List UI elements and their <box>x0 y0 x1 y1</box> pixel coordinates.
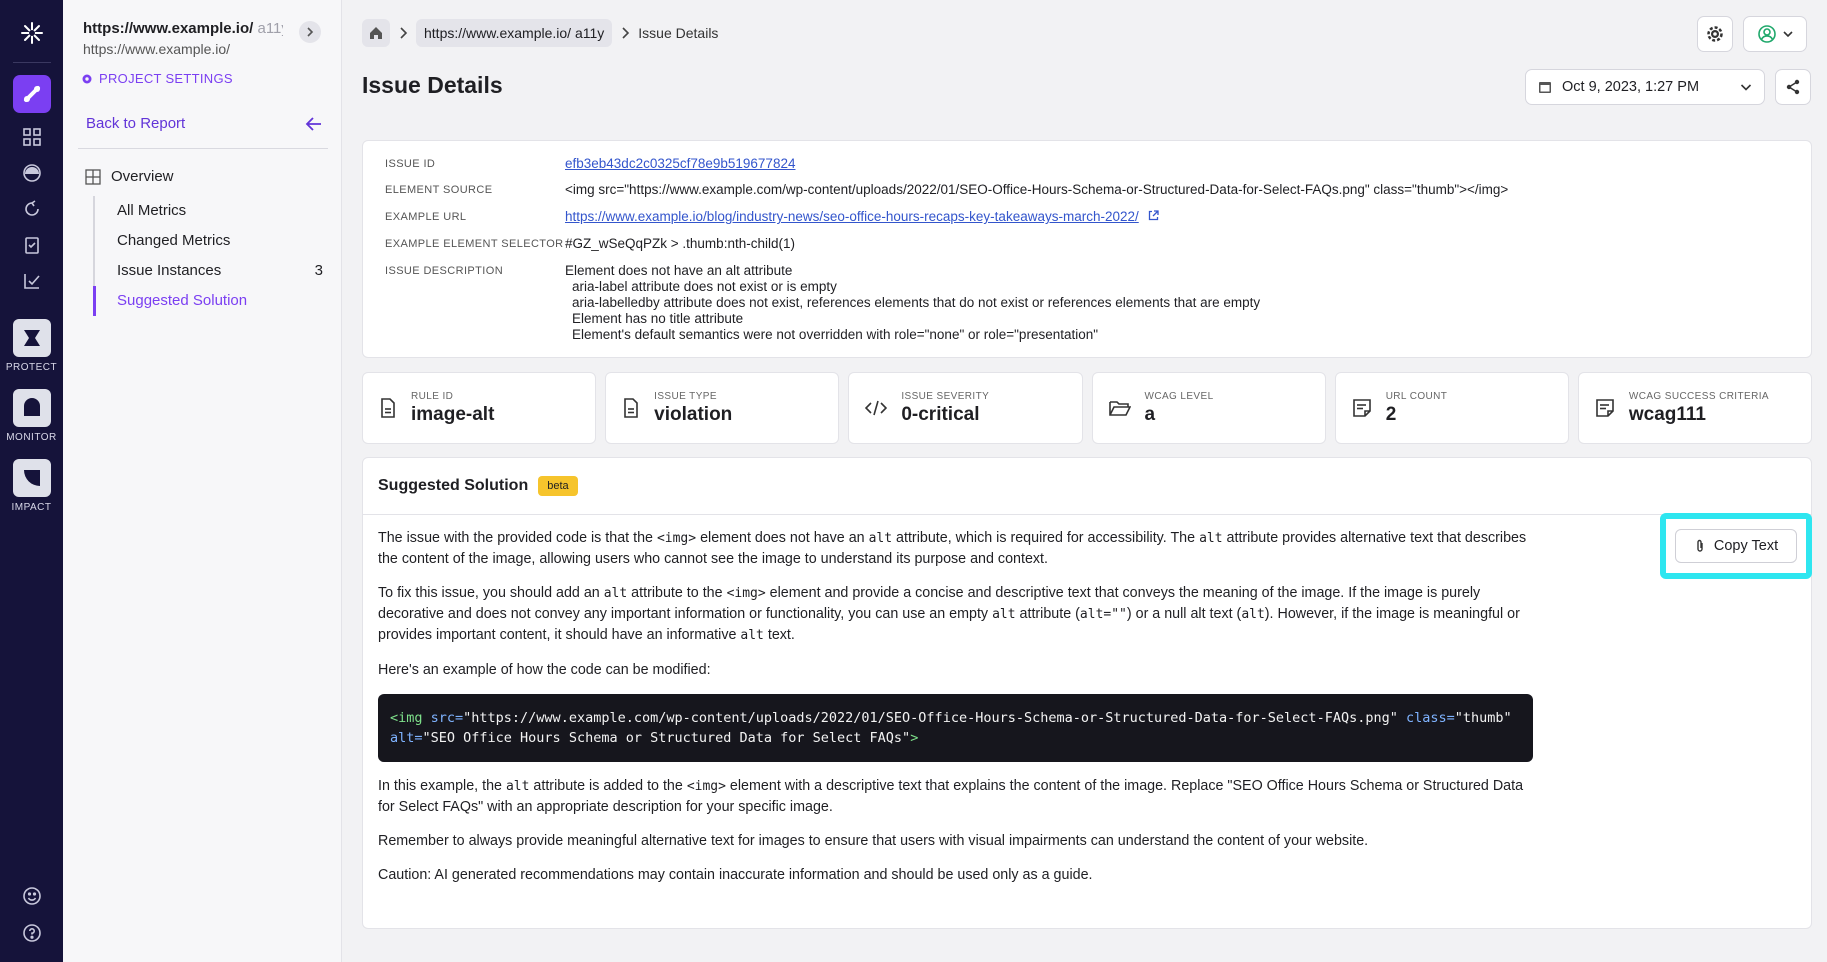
user-menu-button[interactable] <box>1743 16 1807 52</box>
chevron-down-icon <box>1783 31 1793 38</box>
external-link-icon[interactable] <box>1148 210 1159 221</box>
app-rail: PROTECT MONITOR IMPACT <box>0 0 63 962</box>
sidebar-item-suggested-solution[interactable]: Suggested Solution <box>93 286 323 316</box>
arrow-left-icon <box>305 116 321 131</box>
sidebar-item-overview[interactable]: Overview <box>85 168 174 185</box>
sidebar-item-issue-instances[interactable]: Issue Instances 3 <box>95 256 323 286</box>
solution-paragraph-2: To fix this issue, you should add an alt… <box>378 585 1520 643</box>
grid-nav-icon[interactable] <box>14 119 50 155</box>
settings-button[interactable] <box>1697 16 1733 52</box>
page-title: Issue Details <box>362 72 503 98</box>
protect-icon[interactable] <box>12 319 51 357</box>
solution-paragraph-1: The issue with the provided code is that… <box>378 530 1527 567</box>
impact-label: IMPACT <box>11 502 52 513</box>
date-picker[interactable]: Oct 9, 2023, 1:27 PM <box>1525 69 1765 105</box>
user-avatar-icon <box>1758 25 1776 43</box>
breadcrumb-current: Issue Details <box>638 25 719 41</box>
chevron-right-icon[interactable] <box>299 21 321 43</box>
solution-caution: Caution: AI generated recommendations ma… <box>378 867 1093 883</box>
metric-card-rule-id: RULE ID image-alt <box>362 372 597 444</box>
copy-text-button[interactable]: Copy Text <box>1675 529 1797 563</box>
metric-card-wcag-level: WCAG LEVEL a <box>1091 372 1326 444</box>
calendar-icon <box>1539 82 1551 93</box>
share-button[interactable] <box>1775 69 1811 105</box>
rail-divider <box>12 62 51 63</box>
app-logo-icon[interactable] <box>17 18 47 48</box>
protect-label: PROTECT <box>5 362 58 373</box>
detail-row-issue-description: ISSUE DESCRIPTION Element does not have … <box>385 263 1261 342</box>
sidebar-item-all-metrics[interactable]: All Metrics <box>95 196 323 226</box>
beta-badge: beta <box>538 476 578 496</box>
gear-icon <box>1707 26 1723 42</box>
share-icon <box>1786 79 1800 95</box>
sidebar-subnav: All Metrics Changed Metrics Issue Instan… <box>93 196 323 316</box>
sidebar: https://www.example.io/ a11y https://www… <box>63 0 342 962</box>
project-host: https://www.example.io/ a11y <box>83 20 283 37</box>
metrics-row: RULE ID image-alt ISSUE TYPE violation ISS… <box>362 372 1813 444</box>
issue-description-value: Element does not have an alt attribute a… <box>565 263 1261 342</box>
note-icon <box>1596 399 1614 417</box>
detail-row-example-url: EXAMPLE URL https://www.example.io/blog/… <box>385 209 1159 225</box>
smiley-icon[interactable] <box>22 886 42 911</box>
breadcrumb: https://www.example.io/ a11y Issue Detai… <box>362 19 718 47</box>
document-icon <box>624 398 638 418</box>
element-source-value: <img src="https://www.example.com/wp-con… <box>565 182 1509 197</box>
solution-body: The issue with the provided code is that… <box>378 528 1533 899</box>
sidebar-divider <box>78 148 328 149</box>
metric-card-wcag-success-criteria: WCAG SUCCESS CRITERIA wcag111 <box>1577 372 1813 444</box>
sidebar-item-changed-metrics[interactable]: Changed Metrics <box>95 226 323 256</box>
metric-card-url-count: URL COUNT 2 <box>1334 372 1569 444</box>
metric-card-issue-type: ISSUE TYPE violation <box>605 372 840 444</box>
solution-header: Suggested Solution beta <box>363 458 1811 515</box>
gear-icon <box>82 74 92 83</box>
chevron-down-icon <box>1740 84 1752 91</box>
home-icon[interactable] <box>362 19 390 47</box>
detail-row-element-source: ELEMENT SOURCE <img src="https://www.exa… <box>385 182 1509 197</box>
detail-row-issue-id: ISSUE ID efb3eb43dc2c0325cf78e9b51967782… <box>385 156 796 171</box>
back-to-report-link[interactable]: Back to Report <box>86 115 323 132</box>
solution-paragraph-3: Here's an example of how the code can be… <box>378 662 711 678</box>
example-url-link[interactable]: https://www.example.io/blog/industry-new… <box>565 209 1139 224</box>
copy-text-highlight: Copy Text <box>1660 513 1812 579</box>
issue-details-card: ISSUE ID efb3eb43dc2c0325cf78e9b51967782… <box>362 140 1812 358</box>
impact-icon[interactable] <box>12 459 51 497</box>
project-host-subtitle: https://www.example.io/ <box>83 41 231 57</box>
code-example: <img src="https://www.example.com/wp-con… <box>378 694 1533 762</box>
help-icon[interactable] <box>22 923 42 948</box>
main-content: https://www.example.io/ a11y Issue Detai… <box>342 0 1827 962</box>
solution-paragraph-4: In this example, the alt attribute is ad… <box>378 778 1524 815</box>
element-selector-value: #GZ_wSeQqPZk > .thumb:nth-child(1) <box>565 236 795 251</box>
solution-title: Suggested Solution <box>378 477 529 494</box>
note-icon <box>1352 399 1371 417</box>
breadcrumb-site[interactable]: https://www.example.io/ a11y <box>416 19 613 47</box>
document-icon <box>381 398 395 418</box>
monitor-label: MONITOR <box>6 432 57 443</box>
gauge-nav-icon[interactable] <box>14 155 50 191</box>
clip-icon <box>1697 539 1703 552</box>
accessibility-nav-icon[interactable] <box>12 75 51 113</box>
chevron-right-icon <box>400 27 408 39</box>
selected-date: Oct 9, 2023, 1:27 PM <box>1562 79 1700 95</box>
issue-instances-count: 3 <box>314 262 323 279</box>
code-icon <box>865 400 888 416</box>
project-settings-link[interactable]: PROJECT SETTINGS <box>81 71 233 86</box>
solution-paragraph-5: Remember to always provide meaningful al… <box>378 833 1369 849</box>
detail-row-element-selector: EXAMPLE ELEMENT SELECTOR #GZ_wSeQqPZk > … <box>385 236 795 251</box>
chevron-right-icon <box>622 27 630 39</box>
folder-icon <box>1108 401 1131 416</box>
clipboard-nav-icon[interactable] <box>14 227 50 263</box>
issue-id-link[interactable]: efb3eb43dc2c0325cf78e9b519677824 <box>565 156 795 171</box>
overview-grid-icon <box>85 168 101 185</box>
metric-card-issue-severity: ISSUE SEVERITY 0-critical <box>848 372 1083 444</box>
monitor-icon[interactable] <box>12 389 51 427</box>
history-nav-icon[interactable] <box>14 191 50 227</box>
checklist-nav-icon[interactable] <box>14 263 50 299</box>
suggested-solution-card: Suggested Solution beta Copy Text The is… <box>362 457 1812 929</box>
